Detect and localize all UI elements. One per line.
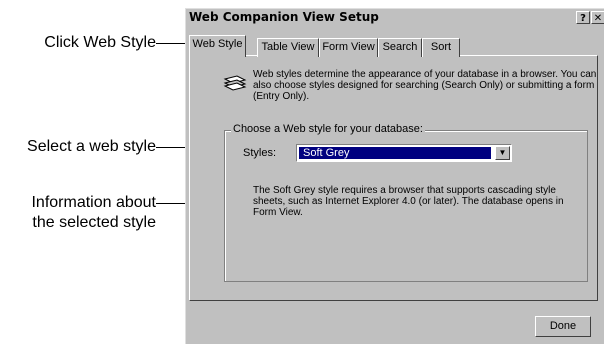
callout-information: Information about the selected style (0, 193, 156, 233)
tab-sort[interactable]: Sort (422, 38, 460, 57)
done-button[interactable]: Done (535, 316, 591, 337)
groupbox-label: Choose a Web style for your database: (231, 123, 425, 135)
style-information-text: The Soft Grey style requires a browser t… (253, 185, 564, 218)
callout-information-line2: the selected style (32, 214, 156, 231)
web-style-description: Web styles determine the appearance of y… (253, 69, 597, 102)
tab-web-style[interactable]: Web Style (189, 35, 246, 57)
tab-search[interactable]: Search (378, 38, 422, 57)
tab-table-view[interactable]: Table View (257, 38, 319, 57)
callout-select-web-style: Select a web style (27, 138, 156, 155)
callout-click-web-style: Click Web Style (44, 34, 156, 51)
close-button[interactable]: ✕ (591, 11, 604, 24)
help-button[interactable]: ? (576, 11, 590, 24)
styles-dropdown[interactable]: Soft Grey ▼ (296, 144, 512, 162)
web-companion-dialog: Web Companion View Setup ? ✕ Web Style T… (185, 8, 604, 344)
chevron-down-icon[interactable]: ▼ (495, 146, 510, 160)
styles-label: Styles: (243, 147, 277, 159)
window-title: Web Companion View Setup (189, 10, 379, 24)
styles-selected-value: Soft Grey (299, 147, 491, 159)
callout-information-line1: Information about (31, 194, 156, 211)
tab-form-view[interactable]: Form View (319, 38, 378, 57)
title-bar[interactable]: Web Companion View Setup ? ✕ (186, 9, 604, 27)
web-style-icon (223, 75, 247, 91)
